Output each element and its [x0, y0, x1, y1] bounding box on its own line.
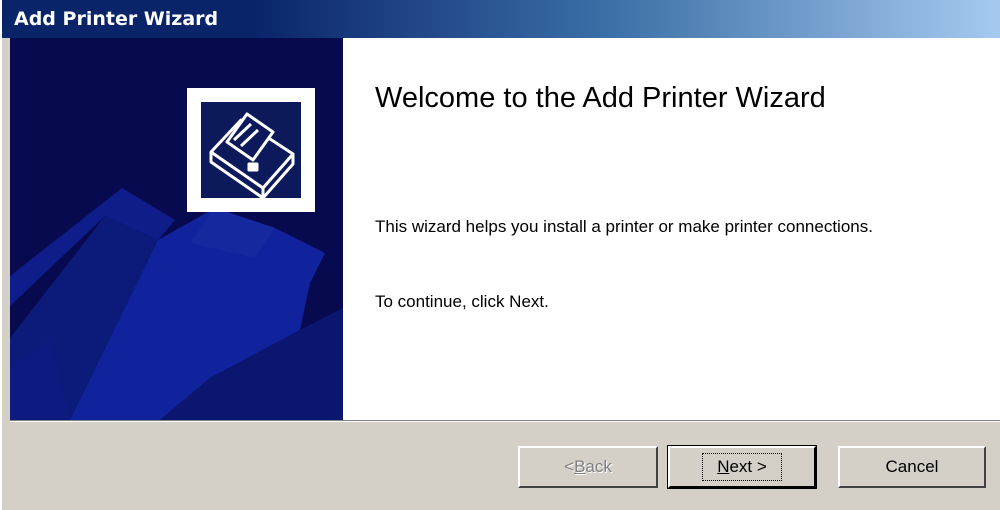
next-button[interactable]: Next > [667, 445, 817, 489]
page-title: Welcome to the Add Printer Wizard [375, 82, 826, 114]
next-button-mnemonic: N [717, 457, 730, 476]
printer-icon-frame [187, 88, 315, 212]
back-button-mnemonic: B [574, 457, 586, 476]
footer-divider-highlight [10, 421, 1000, 422]
title-bar[interactable]: Add Printer Wizard [2, 0, 1000, 38]
wizard-sidebar-banner [10, 38, 343, 420]
wizard-content: Welcome to the Add Printer Wizard This w… [10, 38, 1000, 420]
next-button-label: ext > [729, 457, 767, 476]
back-button-label: ack [585, 457, 612, 476]
cancel-button-label: Cancel [885, 457, 939, 476]
cancel-button[interactable]: Cancel [838, 446, 986, 488]
wizard-window: Add Printer Wizard Welcome to the Add Pr… [0, 0, 1000, 510]
back-button-prefix: < [564, 457, 575, 476]
wizard-description: This wizard helps you install a printer … [375, 217, 873, 236]
window-title: Add Printer Wizard [14, 8, 219, 30]
focus-rectangle: Next > [702, 453, 782, 481]
back-button[interactable]: < Back [518, 446, 658, 488]
wizard-instruction: To continue, click Next. [375, 292, 549, 311]
printer-icon [201, 102, 301, 198]
